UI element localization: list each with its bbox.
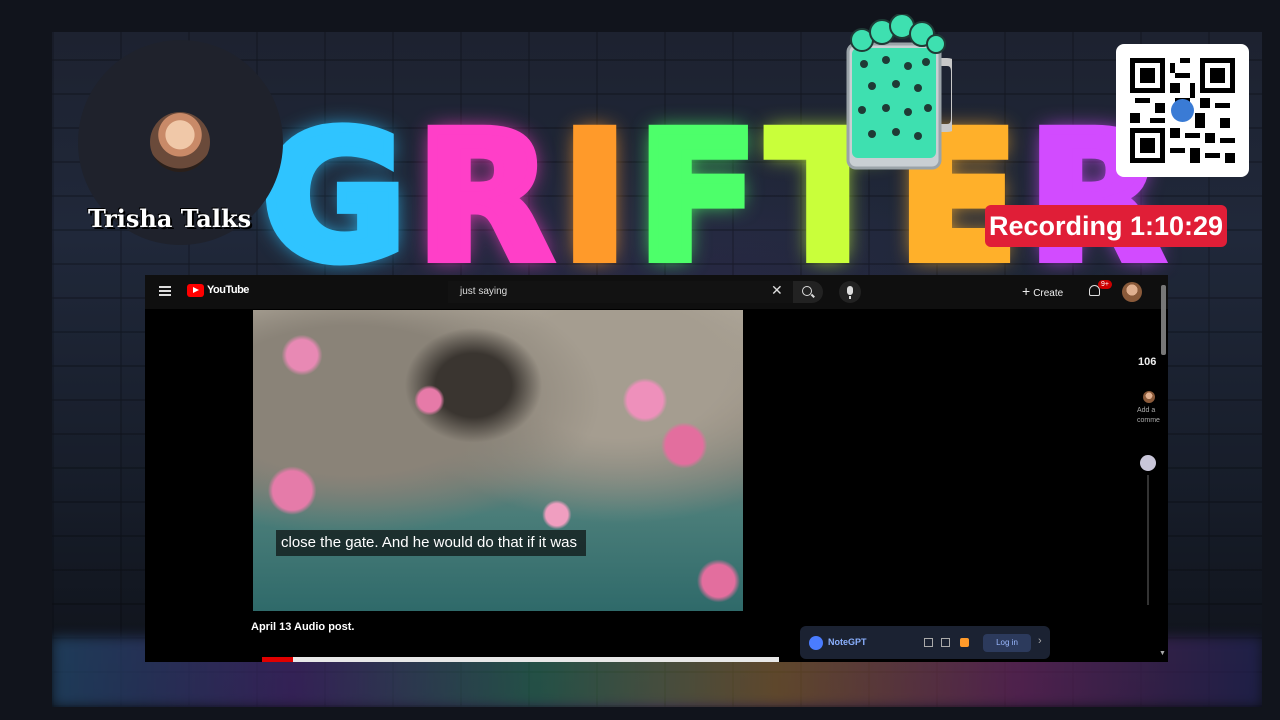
copy-icon[interactable] — [941, 638, 950, 647]
video-thumbnail-scene — [253, 310, 743, 611]
plus-icon: + — [1022, 283, 1031, 299]
sidebar-scroll-track — [1147, 475, 1149, 605]
search-box[interactable]: just saying — [448, 281, 793, 303]
video-progress-fill — [262, 657, 294, 662]
video-player[interactable]: close the gate. And he would do that if … — [253, 310, 743, 611]
login-button[interactable]: Log in — [983, 634, 1031, 652]
sidebar-scroll-handle[interactable] — [1140, 455, 1156, 471]
avatar — [150, 112, 210, 172]
notegpt-icon — [809, 636, 823, 650]
account-avatar[interactable] — [1122, 282, 1142, 302]
youtube-topbar: YouTube just saying ✕ + Create 9+ — [145, 275, 1168, 309]
video-caption: close the gate. And he would do that if … — [276, 530, 586, 556]
menu-icon[interactable] — [159, 286, 171, 296]
page-scrollbar[interactable] — [1161, 285, 1166, 355]
notegpt-toolbar: NoteGPT Log in › — [800, 626, 1050, 659]
streamer-name: Trisha Talks — [88, 204, 252, 233]
chevron-right-icon[interactable]: › — [1038, 635, 1042, 647]
create-button[interactable]: + Create — [1022, 283, 1063, 299]
youtube-wordmark[interactable]: YouTube — [207, 284, 249, 296]
recording-badge: Recording 1:10:29 — [985, 205, 1227, 247]
scroll-down-arrow[interactable]: ▼ — [1159, 650, 1166, 657]
notification-badge: 9+ — [1098, 280, 1112, 289]
search-icon — [802, 286, 812, 296]
youtube-window: YouTube just saying ✕ + Create 9+ close t… — [145, 275, 1168, 662]
search-input[interactable]: just saying — [460, 281, 507, 303]
notegpt-label[interactable]: NoteGPT — [828, 637, 867, 647]
clear-icon[interactable]: ✕ — [771, 283, 783, 297]
neon-sign: GRIFTER — [257, 95, 1174, 300]
mic-icon[interactable] — [839, 281, 861, 303]
comment-avatar — [1143, 391, 1155, 403]
gift-icon[interactable] — [960, 638, 969, 647]
video-title[interactable]: April 13 Audio post. — [251, 621, 355, 633]
beer-mug-icon — [846, 14, 952, 170]
search-button[interactable] — [793, 281, 823, 303]
add-comment-input[interactable]: Add a comme — [1137, 406, 1165, 426]
youtube-logo-icon[interactable] — [187, 284, 204, 297]
qr-code-icon — [1130, 58, 1235, 163]
screenshot-icon[interactable] — [924, 638, 933, 647]
create-label: Create — [1033, 288, 1064, 299]
view-count: 106 — [1138, 356, 1157, 368]
qr-code-card — [1116, 44, 1249, 177]
video-progress-bar[interactable] — [262, 657, 779, 662]
